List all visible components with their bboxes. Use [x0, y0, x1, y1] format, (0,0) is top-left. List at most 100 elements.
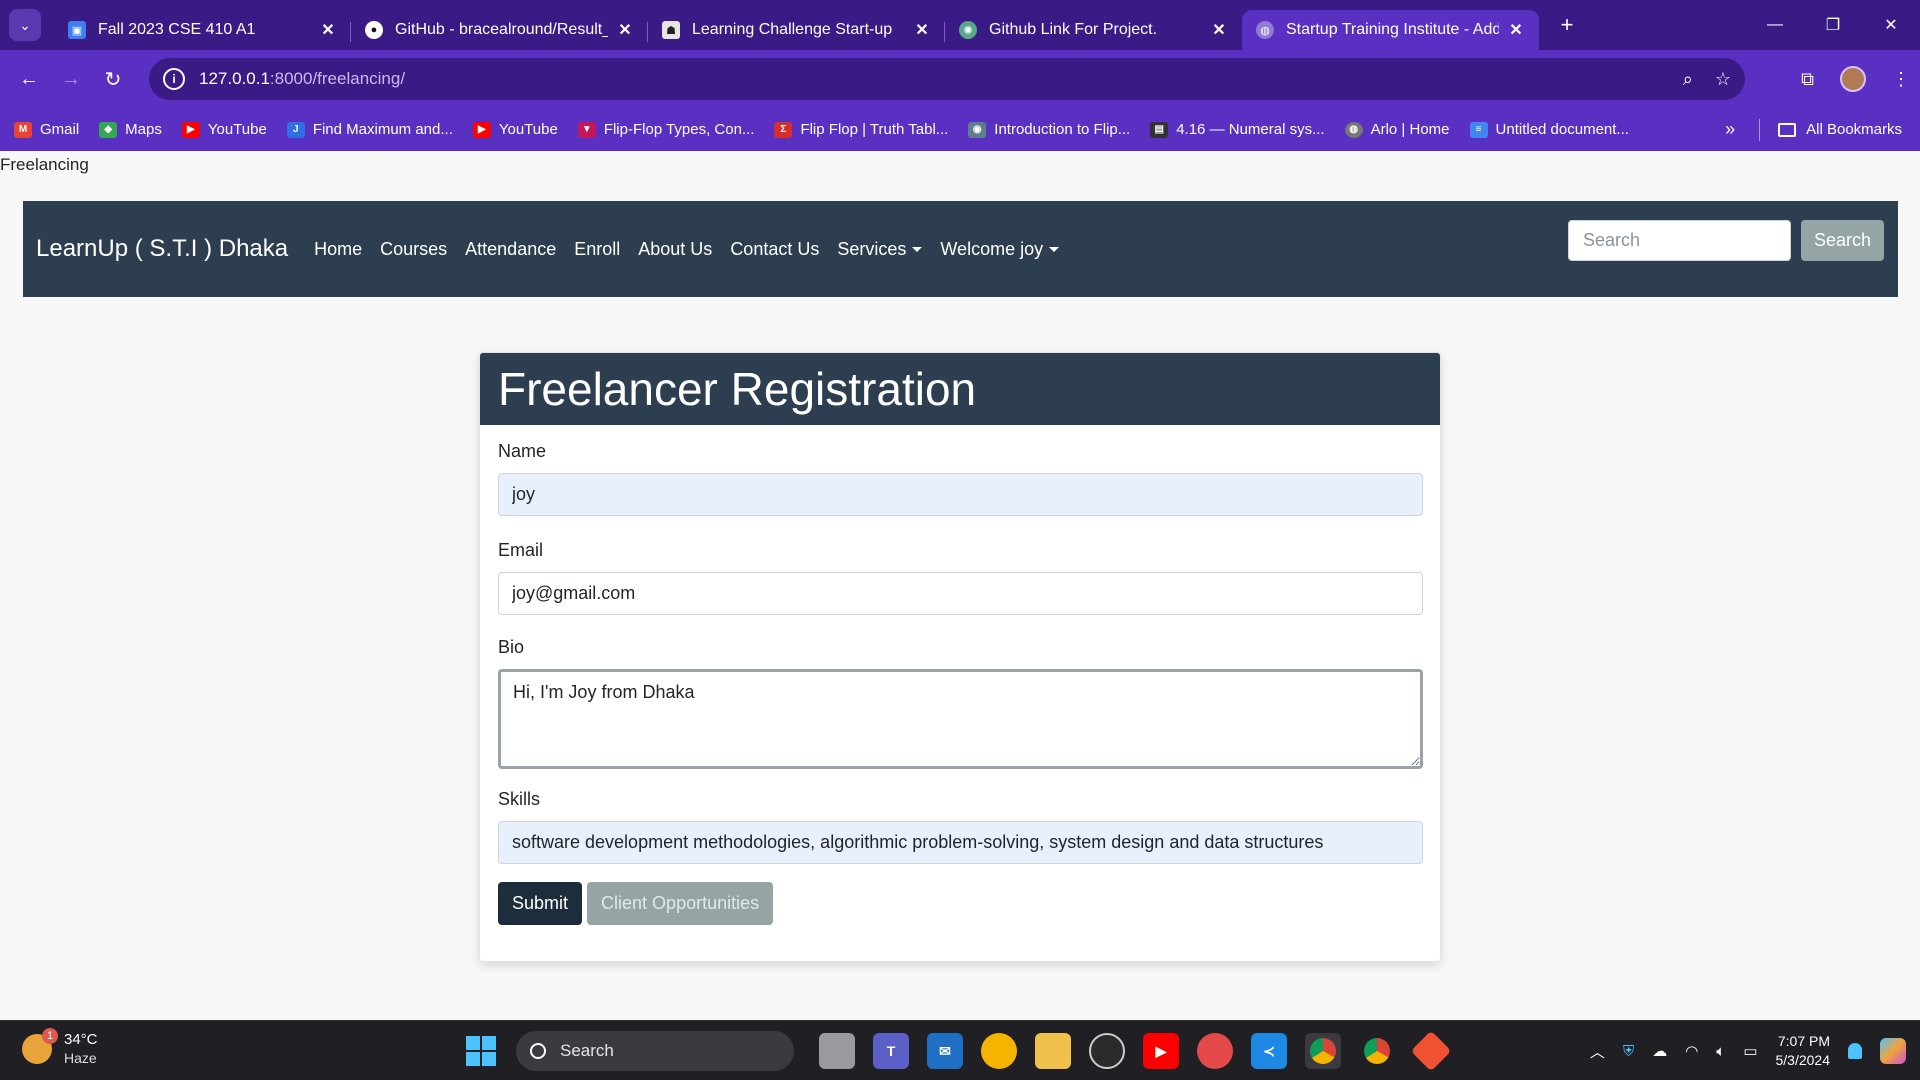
copilot-icon[interactable]: [1880, 1038, 1906, 1064]
browser-tab[interactable]: ✺ Github Link For Project. ✕: [945, 10, 1242, 50]
all-bookmarks-link[interactable]: All Bookmarks: [1806, 121, 1902, 138]
tab-title: Github Link For Project.: [989, 21, 1158, 38]
browser-tab[interactable]: ☗ Learning Challenge Start-up ✕: [648, 10, 945, 50]
close-tab-icon[interactable]: ✕: [1507, 20, 1525, 40]
close-tab-icon[interactable]: ✕: [913, 20, 931, 40]
minimize-icon[interactable]: —: [1746, 0, 1804, 50]
navbar-search-input[interactable]: [1568, 220, 1791, 261]
wifi-icon[interactable]: ◠: [1685, 1042, 1698, 1060]
notification-bell-icon[interactable]: [1848, 1043, 1862, 1059]
more-bookmarks-icon[interactable]: »: [1725, 119, 1735, 140]
defender-icon[interactable]: ⛨: [1623, 1043, 1634, 1060]
bookmark-introduction-flip[interactable]: ◉ Introduction to Flip...: [968, 121, 1130, 138]
web-page: Freelancing LearnUp ( S.T.I ) Dhaka Home…: [0, 151, 1920, 1020]
bookmarks-bar: M Gmail ◆ Maps ▶ YouTube J Find Maximum and.…: [0, 108, 1920, 151]
url-path: :8000/freelancing/: [269, 69, 406, 88]
tab-search-menu-button[interactable]: ⌄: [9, 9, 41, 41]
chrome-icon[interactable]: [1305, 1033, 1341, 1069]
git-icon[interactable]: [1410, 1030, 1452, 1072]
globe-favicon-icon: ◍: [1256, 21, 1274, 39]
file-explorer-icon[interactable]: [1035, 1033, 1071, 1069]
weather-app-icon[interactable]: [981, 1033, 1017, 1069]
client-opportunities-button[interactable]: Client Opportunities: [587, 882, 774, 925]
caret-down-icon: [912, 246, 923, 252]
forward-icon[interactable]: →: [50, 58, 92, 100]
name-field[interactable]: [498, 473, 1423, 516]
restore-icon[interactable]: ❐: [1804, 0, 1862, 50]
bio-textarea[interactable]: Hi, I'm Joy from Dhaka: [498, 669, 1423, 769]
page-heading-text: Freelancing: [0, 155, 89, 174]
user-dropdown[interactable]: Welcome joy: [940, 239, 1060, 260]
navbar-brand[interactable]: LearnUp ( S.T.I ) Dhaka: [36, 235, 288, 263]
close-tab-icon[interactable]: ✕: [1210, 20, 1228, 40]
nav-link-enroll[interactable]: Enroll: [574, 239, 620, 260]
address-bar[interactable]: i 127.0.0.1:8000/freelancing/ ⌕ ☆: [149, 58, 1745, 100]
bookmark-flip-flop-truth-table[interactable]: Σ Flip Flop | Truth Tabl...: [774, 121, 948, 138]
onedrive-icon[interactable]: ☁: [1652, 1042, 1667, 1060]
bookmark-youtube[interactable]: ▶ YouTube: [181, 121, 267, 138]
tab-title: Startup Training Institute - Add: [1286, 21, 1499, 38]
teams-icon[interactable]: T: [873, 1033, 909, 1069]
browser-tab[interactable]: ● GitHub - bracealround/Result_P ✕: [351, 10, 648, 50]
submit-button[interactable]: Submit: [498, 882, 583, 925]
browser-tab-strip: ⌄ ▣ Fall 2023 CSE 410 A1 ✕ ● GitHub - br…: [0, 0, 1920, 50]
start-button-icon[interactable]: [466, 1036, 496, 1066]
nav-link-home[interactable]: Home: [314, 239, 362, 260]
battery-icon[interactable]: ▭: [1743, 1042, 1757, 1060]
tray-chevron-icon[interactable]: ︿: [1590, 1041, 1605, 1062]
navbar-search-button[interactable]: Search: [1801, 220, 1884, 261]
bookmark-find-maximum[interactable]: J Find Maximum and...: [286, 121, 453, 138]
form-actions: Submit Client Opportunities: [498, 882, 1422, 925]
classroom-favicon-icon: ▣: [68, 21, 86, 39]
nav-link-attendance[interactable]: Attendance: [465, 239, 556, 260]
profile-avatar[interactable]: [1840, 66, 1866, 92]
nav-link-courses[interactable]: Courses: [380, 239, 447, 260]
youtube-icon: ▶: [181, 121, 200, 138]
bookmark-youtube-2[interactable]: ▶ YouTube: [472, 121, 558, 138]
bookmark-untitled-document[interactable]: ≡ Untitled document...: [1469, 121, 1629, 138]
volume-icon[interactable]: 🔈︎: [1716, 1043, 1725, 1060]
obs-icon[interactable]: [1089, 1033, 1125, 1069]
youtube-icon: ▶: [472, 121, 491, 138]
bookmark-gmail[interactable]: M Gmail: [14, 121, 79, 138]
mail-icon[interactable]: ✉: [927, 1033, 963, 1069]
bookmark-flip-flop-types[interactable]: ▼ Flip-Flop Types, Con...: [577, 121, 754, 138]
browser-toolbar: ← → ↻ i 127.0.0.1:8000/freelancing/ ⌕ ☆ …: [0, 50, 1920, 108]
browser-tab[interactable]: ▣ Fall 2023 CSE 410 A1 ✕: [54, 10, 351, 50]
new-tab-button[interactable]: +: [1547, 12, 1587, 38]
youtube-app-icon[interactable]: ▶: [1143, 1033, 1179, 1069]
close-tab-icon[interactable]: ✕: [616, 20, 634, 40]
task-view-icon[interactable]: [819, 1033, 855, 1069]
taskbar-search[interactable]: Search: [516, 1031, 794, 1071]
bookmark-star-icon[interactable]: ☆: [1715, 69, 1731, 90]
reload-icon[interactable]: ↻: [92, 58, 134, 100]
system-clock[interactable]: 7:07 PM 5/3/2024: [1776, 1032, 1831, 1070]
windows-taskbar: 1 34°C Haze Search T ✉ ▶ ≺ ︿ ⛨ ☁ ◠ 🔈︎ ▭ …: [0, 1020, 1920, 1080]
site-navbar: LearnUp ( S.T.I ) Dhaka Home Courses Att…: [23, 201, 1898, 297]
gmail-icon: M: [14, 121, 32, 138]
tab-title: Fall 2023 CSE 410 A1: [98, 21, 256, 38]
weather-widget[interactable]: 1 34°C Haze: [22, 1028, 98, 1067]
extensions-icon[interactable]: ⧉: [1801, 69, 1814, 90]
chrome-profile-icon[interactable]: [1359, 1033, 1395, 1069]
email-field[interactable]: [498, 572, 1423, 615]
browser-menu-icon[interactable]: ⋮: [1892, 69, 1910, 90]
bookmark-numeral-systems[interactable]: ▤ 4.16 — Numeral sys...: [1150, 121, 1325, 138]
services-dropdown[interactable]: Services: [837, 239, 923, 260]
back-icon[interactable]: ←: [8, 58, 50, 100]
close-tab-icon[interactable]: ✕: [319, 20, 337, 40]
skills-field[interactable]: [498, 821, 1423, 864]
weather-icon: 1: [22, 1028, 58, 1064]
nav-link-contact-us[interactable]: Contact Us: [730, 239, 819, 260]
zoom-icon[interactable]: ⌕: [1683, 69, 1693, 90]
site-info-icon[interactable]: i: [163, 68, 185, 90]
docs-icon: ≡: [1469, 121, 1488, 138]
bookmark-arlo[interactable]: ◍ Arlo | Home: [1344, 121, 1450, 138]
vscode-icon[interactable]: ≺: [1251, 1033, 1287, 1069]
nav-link-about-us[interactable]: About Us: [638, 239, 712, 260]
close-window-icon[interactable]: ✕: [1862, 0, 1920, 50]
browser-tab-active[interactable]: ◍ Startup Training Institute - Add ✕: [1242, 10, 1539, 50]
game-app-icon[interactable]: [1197, 1033, 1233, 1069]
site-favicon-icon: ☗: [662, 21, 680, 39]
bookmark-maps[interactable]: ◆ Maps: [99, 121, 162, 138]
